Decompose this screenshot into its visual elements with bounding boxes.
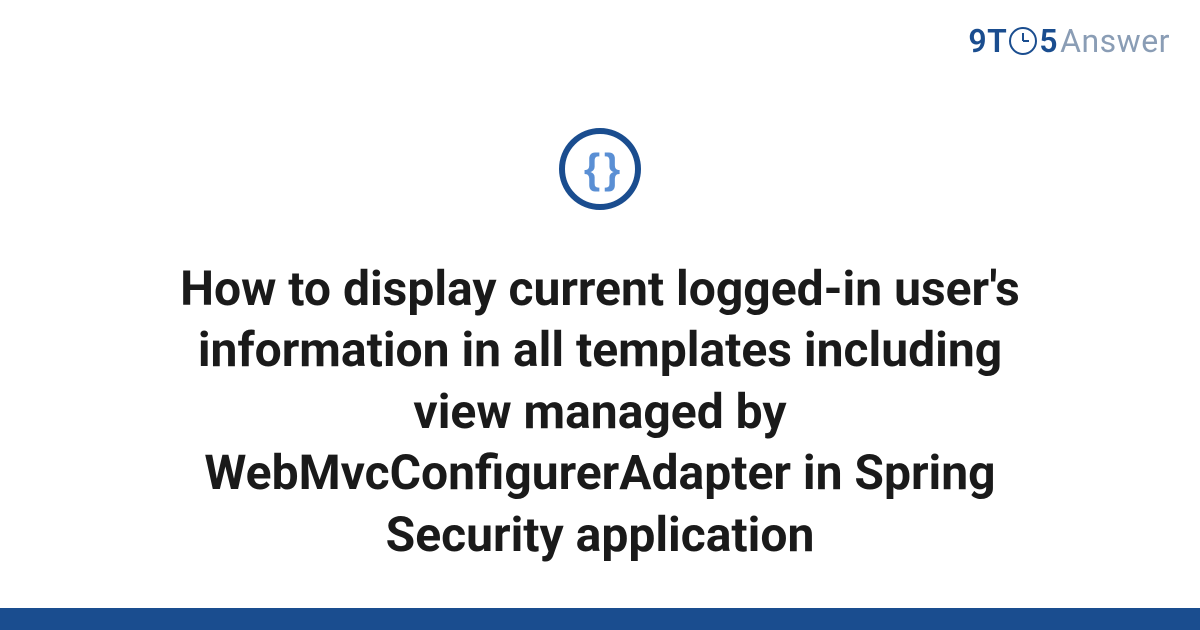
code-braces-icon: { } xyxy=(584,148,616,190)
topic-icon-circle: { } xyxy=(559,128,641,210)
clock-icon xyxy=(1009,27,1037,55)
footer-accent-bar xyxy=(0,608,1200,630)
question-title: How to display current logged-in user's … xyxy=(110,258,1090,565)
logo-text-answer: Answer xyxy=(1060,22,1170,60)
logo-text-9t: 9T xyxy=(968,22,1007,60)
site-logo: 9T 5 Answer xyxy=(968,22,1170,60)
logo-text-5: 5 xyxy=(1039,22,1058,60)
main-content: { } How to display current logged-in use… xyxy=(0,128,1200,565)
